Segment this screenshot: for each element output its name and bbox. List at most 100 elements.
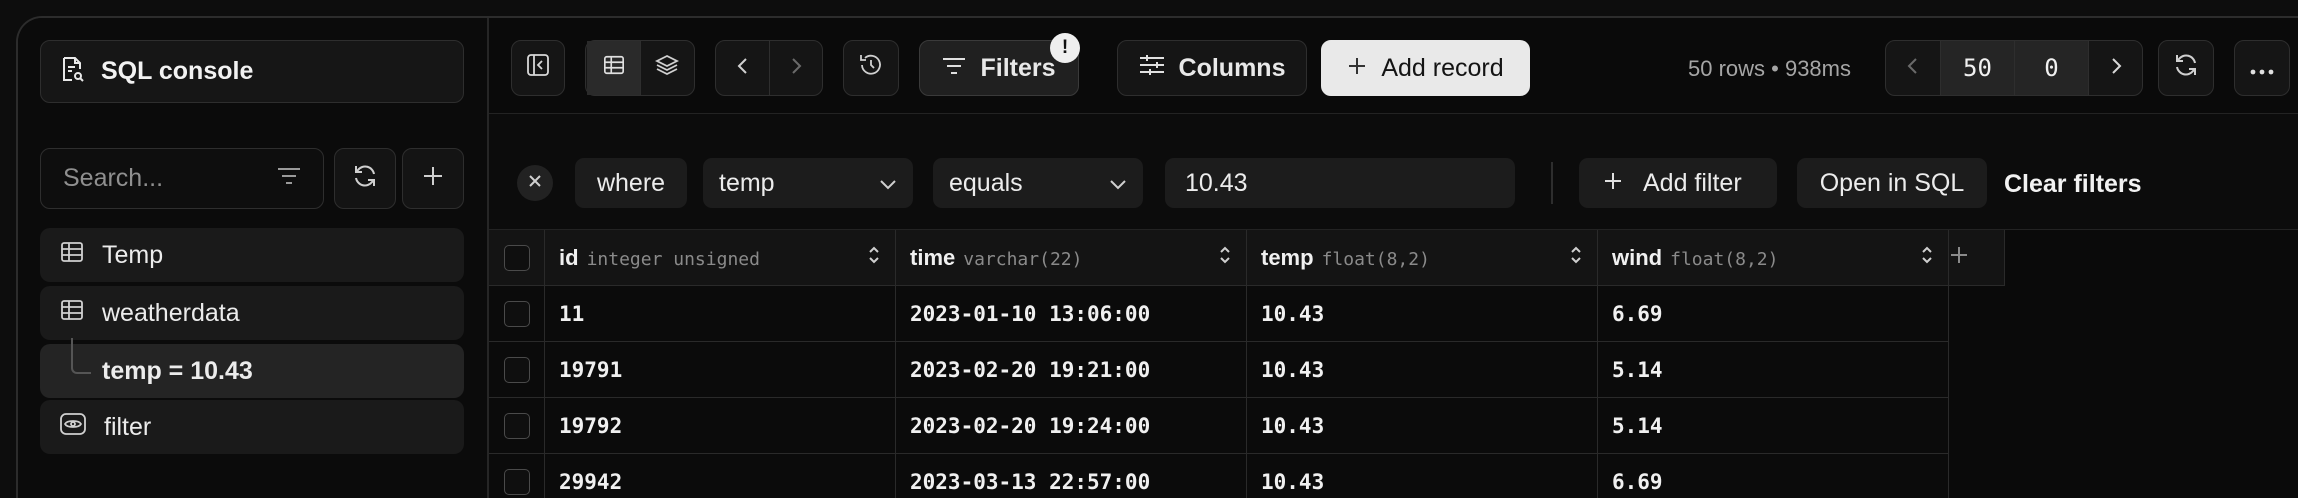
sort-icon[interactable]: [1569, 245, 1583, 271]
refresh-button[interactable]: [2158, 40, 2214, 96]
column-header-wind[interactable]: wind float(8,2): [1598, 230, 1949, 286]
table-icon: [603, 54, 625, 83]
sidebar-item-filter[interactable]: filter: [40, 400, 464, 454]
cell-wind[interactable]: 5.14: [1598, 342, 1949, 398]
select-all-checkbox[interactable]: [503, 244, 530, 271]
sql-console-icon: [59, 55, 85, 88]
add-column-button[interactable]: [1949, 230, 2005, 286]
cell-time[interactable]: 2023-02-20 19:21:00: [896, 342, 1247, 398]
chevron-left-icon: [1906, 56, 1920, 81]
chevron-down-icon: [1109, 169, 1127, 198]
row-checkbox[interactable]: [503, 412, 530, 439]
more-horizontal-icon: [2249, 54, 2275, 83]
filter-lines-icon[interactable]: [277, 166, 301, 191]
filter-value-input[interactable]: 10.43: [1165, 158, 1515, 208]
sql-console-label: SQL console: [101, 57, 254, 85]
history-button[interactable]: [843, 40, 899, 96]
add-filter-label: Add filter: [1643, 168, 1742, 197]
pagination: 50 0: [1885, 40, 2143, 96]
cell-id[interactable]: 19792: [545, 398, 896, 454]
clear-filters-button[interactable]: Clear filters: [2004, 170, 2142, 199]
column-header-temp[interactable]: temp float(8,2): [1247, 230, 1598, 286]
column-type: integer unsigned: [586, 248, 760, 270]
filters-button[interactable]: Filters !: [919, 33, 1080, 96]
table-icon: [60, 298, 84, 329]
table-row[interactable]: 19792 2023-02-20 19:24:00 10.43 5.14: [489, 398, 2005, 454]
data-table: id integer unsigned time varchar(22) temp f…: [489, 230, 2005, 498]
cell-time[interactable]: 2023-01-10 13:06:00: [896, 286, 1247, 342]
column-type: varchar(22): [963, 248, 1083, 270]
back-button[interactable]: [716, 41, 769, 95]
add-filter-button[interactable]: Add filter: [1579, 158, 1777, 208]
cell-temp[interactable]: 10.43: [1247, 342, 1598, 398]
columns-button[interactable]: Columns: [1117, 40, 1307, 96]
offset-input[interactable]: 0: [2014, 41, 2088, 95]
view-toggle: [585, 40, 695, 96]
chevron-right-icon: [789, 54, 803, 83]
sort-icon[interactable]: [867, 245, 881, 271]
table-row[interactable]: 19791 2023-02-20 19:21:00 10.43 5.14: [489, 342, 2005, 398]
cell-temp[interactable]: 10.43: [1247, 286, 1598, 342]
select-all-cell: [489, 230, 545, 286]
cell-wind[interactable]: 6.69: [1598, 286, 1949, 342]
sidebar-item-label: filter: [104, 412, 152, 441]
column-name: temp: [1261, 244, 1314, 270]
filters-alert-badge: !: [1050, 33, 1080, 63]
filter-operator-select[interactable]: equals: [933, 158, 1143, 208]
chevron-down-icon: [879, 169, 897, 198]
column-name: id: [559, 244, 579, 270]
table-view-button[interactable]: [587, 41, 640, 95]
row-checkbox[interactable]: [503, 468, 530, 495]
sidebar-item-label: weatherdata: [102, 298, 240, 327]
sql-console-button[interactable]: SQL console: [40, 40, 464, 103]
search-input[interactable]: [63, 164, 253, 193]
column-header-time[interactable]: time varchar(22): [896, 230, 1247, 286]
column-name: wind: [1612, 244, 1663, 270]
cell-id[interactable]: 19791: [545, 342, 896, 398]
cell-id[interactable]: 11: [545, 286, 896, 342]
row-checkbox[interactable]: [503, 356, 530, 383]
cell-id[interactable]: 29942: [545, 454, 896, 498]
filter-divider: [1551, 162, 1553, 204]
column-header-id[interactable]: id integer unsigned: [545, 230, 896, 286]
more-options-button[interactable]: [2234, 40, 2290, 96]
plus-icon: [1949, 245, 1969, 271]
cell-wind[interactable]: 6.69: [1598, 454, 1949, 498]
prev-page-button[interactable]: [1886, 41, 1940, 95]
remove-filter-button[interactable]: [517, 165, 553, 201]
toggle-sidebar-button[interactable]: [511, 40, 565, 96]
sidebar-item-saved-filter[interactable]: temp = 10.43: [40, 344, 464, 398]
plus-icon: [1347, 54, 1367, 83]
forward-button[interactable]: [769, 41, 822, 95]
cell-time[interactable]: 2023-02-20 19:24:00: [896, 398, 1247, 454]
filters-label: Filters: [980, 53, 1056, 82]
cell-time[interactable]: 2023-03-13 22:57:00: [896, 454, 1247, 498]
sort-icon[interactable]: [1218, 245, 1232, 271]
next-page-button[interactable]: [2088, 41, 2142, 95]
filter-column-select[interactable]: temp: [703, 158, 913, 208]
table-row[interactable]: 29942 2023-03-13 22:57:00 10.43 6.69: [489, 454, 2005, 498]
column-type: float(8,2): [1321, 248, 1430, 270]
refresh-tables-button[interactable]: [334, 148, 396, 209]
cell-temp[interactable]: 10.43: [1247, 454, 1598, 498]
cell-wind[interactable]: 5.14: [1598, 398, 1949, 454]
row-select-cell: [489, 342, 545, 398]
schema-view-button[interactable]: [640, 41, 693, 95]
cell-temp[interactable]: 10.43: [1247, 398, 1598, 454]
history-nav: [715, 40, 823, 96]
sidebar-item-temp[interactable]: Temp: [40, 228, 464, 282]
sort-icon[interactable]: [1920, 245, 1934, 271]
filter-bar: where temp equals 10.43 Add filter Open …: [489, 113, 2298, 230]
chevron-right-icon: [2109, 56, 2123, 81]
add-record-button[interactable]: Add record: [1321, 40, 1530, 96]
history-icon: [858, 52, 884, 85]
add-table-button[interactable]: [402, 148, 464, 209]
sidebar-item-weatherdata[interactable]: weatherdata: [40, 286, 464, 340]
table-row[interactable]: 11 2023-01-10 13:06:00 10.43 6.69: [489, 286, 2005, 342]
filter-lines-icon: [942, 54, 966, 83]
limit-input[interactable]: 50: [1940, 41, 2014, 95]
row-checkbox[interactable]: [503, 300, 530, 327]
open-in-sql-button[interactable]: Open in SQL: [1797, 158, 1987, 208]
refresh-icon: [2173, 52, 2199, 85]
app-window: SQL console Temp: [16, 16, 2298, 498]
